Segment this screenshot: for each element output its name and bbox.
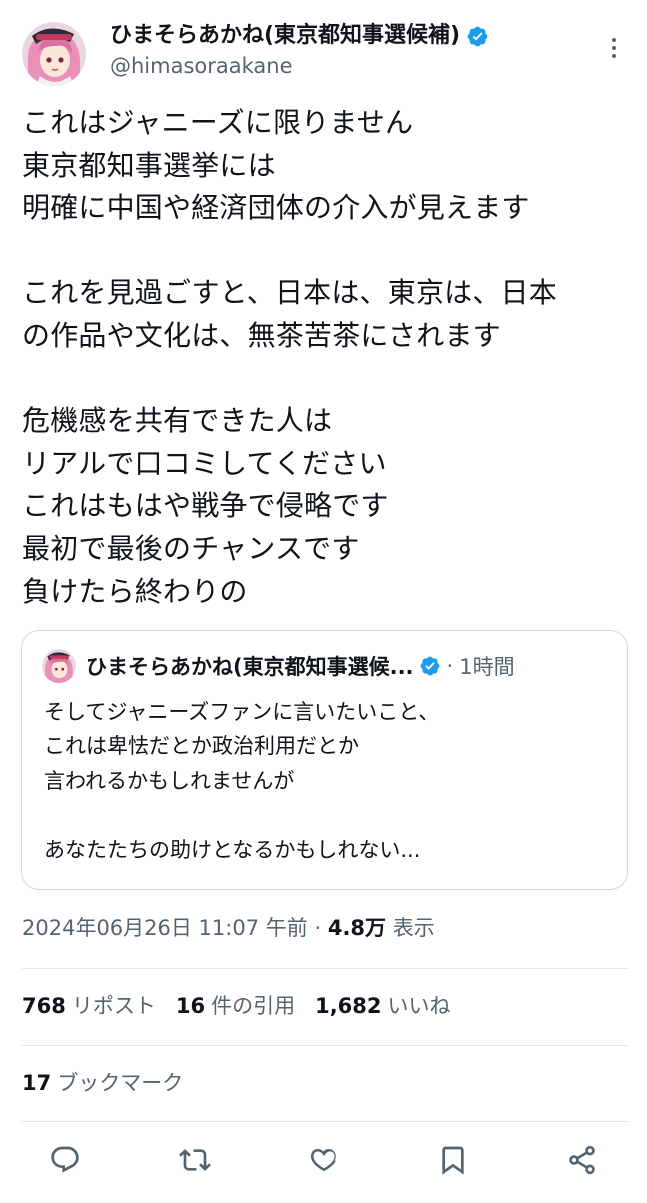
tweet-text: これはジャニーズに限りません 東京都知事選挙には 明確に中国や経済団体の介入が見… xyxy=(22,102,632,613)
anime-avatar-icon xyxy=(22,22,86,86)
tweet-timestamp[interactable]: 2024年06月26日 11:07 午前 xyxy=(22,916,308,940)
tweet-line: リアルで口コミしてください xyxy=(22,446,387,480)
more-options-icon[interactable] xyxy=(604,34,624,62)
verified-badge-icon xyxy=(420,656,439,676)
quoted-author-name[interactable]: ひまそらあかね(東京都知事選候... xyxy=(86,651,414,681)
tweet-meta: 2024年06月26日 11:07 午前 · 4.8万 表示 xyxy=(22,912,435,942)
divider xyxy=(22,1121,628,1122)
quoted-line: そしてジャニーズファンに言いたいこと、 xyxy=(44,700,440,724)
reposts-count: 768 xyxy=(22,994,66,1018)
likes-count: 1,682 xyxy=(315,994,382,1018)
reposts-stat[interactable]: 768 リポスト xyxy=(22,990,156,1020)
likes-label: いいね xyxy=(387,994,451,1018)
quoted-tweet-time[interactable]: 1時間 xyxy=(459,651,514,681)
reposts-label: リポスト xyxy=(71,994,156,1018)
tweet-line: 東京都知事選挙には xyxy=(22,148,276,182)
tweet-line xyxy=(22,230,632,273)
likes-stat[interactable]: 1,682 いいね xyxy=(315,990,450,1020)
share-button[interactable] xyxy=(562,1140,602,1180)
views-count[interactable]: 4.8万 xyxy=(328,916,386,940)
tweet-line: これを見過ごすと、日本は、東京は、日本 xyxy=(22,276,557,310)
quoted-author-avatar[interactable] xyxy=(42,649,76,683)
repost-button[interactable] xyxy=(175,1140,215,1180)
divider xyxy=(22,968,628,969)
separator-dot: · xyxy=(446,654,454,678)
author-names: ひまそらあかね(東京都知事選候補) @himasoraakane xyxy=(110,22,489,80)
bookmarks-label: ブックマーク xyxy=(57,1071,184,1095)
quoted-tweet[interactable]: ひまそらあかね(東京都知事選候... · 1時間 そしてジャニーズファンに言いた… xyxy=(21,630,628,890)
quotes-stat[interactable]: 16 件の引用 xyxy=(176,990,295,1020)
bookmark-icon xyxy=(442,1146,464,1175)
reply-icon xyxy=(51,1146,79,1173)
author-avatar[interactable] xyxy=(22,22,86,86)
quotes-label: 件の引用 xyxy=(211,994,296,1018)
tweet-line: これはもはや戦争で侵略です xyxy=(22,489,389,523)
author-handle[interactable]: @himasoraakane xyxy=(110,52,489,80)
anime-avatar-icon xyxy=(42,649,76,683)
action-bar xyxy=(0,1140,647,1184)
tweet-line: 最初で最後のチャンスです xyxy=(22,531,360,565)
bookmarks-count: 17 xyxy=(22,1071,52,1095)
like-icon xyxy=(310,1149,336,1172)
display-name-text[interactable]: ひまそらあかね(東京都知事選候補) xyxy=(110,22,460,50)
tweet-line: 危機感を共有できた人は xyxy=(22,404,333,438)
tweet-line: これはジャニーズに限りません xyxy=(22,106,414,139)
bookmarks-stat[interactable]: 17 ブックマーク xyxy=(22,1067,183,1097)
quoted-line: これは卑怯だとか政治利用だとか xyxy=(44,734,359,759)
author-display-name[interactable]: ひまそらあかね(東京都知事選候補) xyxy=(110,22,489,50)
separator-dot: · xyxy=(314,916,322,940)
verified-badge-icon[interactable] xyxy=(466,25,489,48)
tweet-line: 負けたら終わりの xyxy=(22,574,248,608)
engagement-stats: 768 リポスト 16 件の引用 1,682 いいね xyxy=(22,990,471,1020)
share-icon xyxy=(569,1145,595,1175)
views-label: 表示 xyxy=(392,916,435,940)
quoted-tweet-header: ひまそらあかね(東京都知事選候... · 1時間 xyxy=(42,649,515,683)
repost-icon xyxy=(179,1149,211,1171)
quoted-line xyxy=(44,798,614,832)
quoted-tweet-text: そしてジャニーズファンに言いたいこと、 これは卑怯だとか政治利用だとか 言われる… xyxy=(44,695,614,867)
divider xyxy=(22,1045,628,1046)
tweet-line: 明確に中国や経済団体の介入が見えます xyxy=(22,191,530,225)
tweet-line: の作品や文化は、無茶苦茶にされます xyxy=(22,318,501,352)
reply-button[interactable] xyxy=(45,1140,85,1180)
quoted-line: あなたたちの助けとなるかもしれない... xyxy=(44,837,421,862)
quotes-count: 16 xyxy=(175,994,206,1018)
like-button[interactable] xyxy=(304,1140,344,1180)
tweet-line xyxy=(22,358,632,401)
bookmark-button[interactable] xyxy=(433,1140,473,1180)
quoted-line: 言われるかもしれませんが xyxy=(44,768,295,793)
tweet-header: ひまそらあかね(東京都知事選候補) @himasoraakane xyxy=(18,14,630,90)
